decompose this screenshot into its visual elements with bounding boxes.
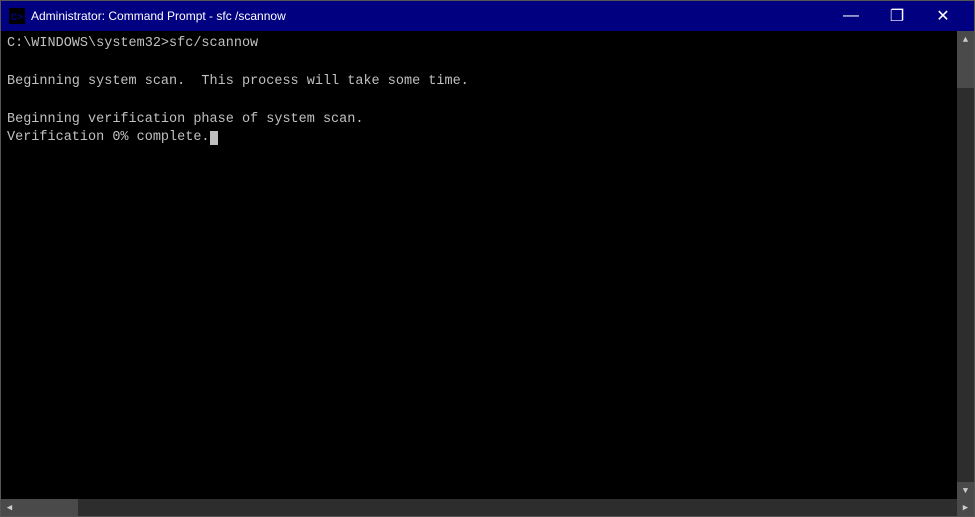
svg-text:C>: C>	[11, 13, 23, 23]
scroll-right-arrow[interactable]: ▶	[957, 499, 974, 516]
horizontal-track	[18, 499, 957, 516]
horizontal-thumb[interactable]	[18, 499, 78, 516]
scrollbar-horizontal[interactable]: ◀ ▶	[1, 499, 974, 516]
title-bar-left: C> Administrator: Command Prompt - sfc /…	[9, 8, 286, 24]
close-button[interactable]: ✕	[920, 1, 966, 31]
title-bar-controls: — ❐ ✕	[828, 1, 966, 31]
console-body: C:\WINDOWS\system32>sfc/scannow Beginnin…	[1, 31, 974, 499]
cursor	[210, 131, 218, 145]
console-line-1: C:\WINDOWS\system32>sfc/scannow	[7, 35, 968, 54]
window-title: Administrator: Command Prompt - sfc /sca…	[31, 9, 286, 23]
scroll-down-arrow[interactable]: ▼	[957, 482, 974, 499]
minimize-button[interactable]: —	[828, 1, 874, 31]
console-line-3: Beginning system scan. This process will…	[7, 73, 968, 92]
console-line-4	[7, 92, 968, 111]
console-line-2	[7, 54, 968, 73]
scroll-left-arrow[interactable]: ◀	[1, 499, 18, 516]
console-line-5: Beginning verification phase of system s…	[7, 111, 968, 130]
cmd-icon: C>	[9, 8, 25, 24]
scrollbar-vertical[interactable]: ▲ ▼	[957, 31, 974, 499]
cmd-window: C> Administrator: Command Prompt - sfc /…	[0, 0, 975, 517]
maximize-button[interactable]: ❐	[874, 1, 920, 31]
scroll-up-arrow[interactable]: ▲	[957, 31, 974, 48]
console-line-6: Verification 0% complete.	[7, 129, 968, 148]
scrollbar-thumb-area	[957, 48, 974, 482]
scrollbar-thumb[interactable]	[957, 48, 974, 88]
title-bar: C> Administrator: Command Prompt - sfc /…	[1, 1, 974, 31]
